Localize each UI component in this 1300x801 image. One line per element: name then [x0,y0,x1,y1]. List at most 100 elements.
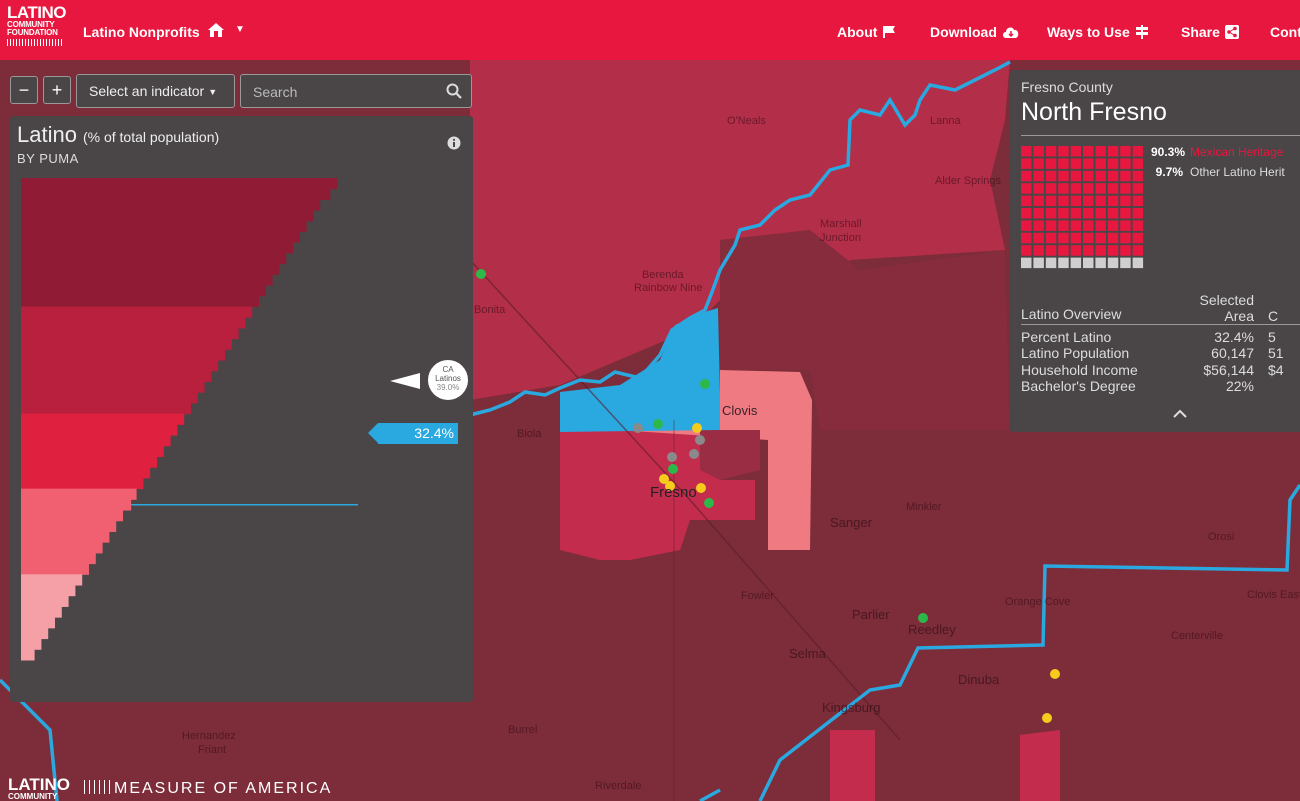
marker-yellow[interactable] [1050,669,1060,679]
chart-bar[interactable] [21,477,144,490]
search-icon[interactable] [446,83,462,99]
chart-bar[interactable] [21,295,259,308]
chart-bar[interactable] [21,306,253,318]
chevron-up-icon[interactable] [1172,409,1188,419]
chart-bar[interactable] [21,638,42,650]
chart-bar[interactable] [21,585,76,597]
chart-bar[interactable] [21,274,273,286]
map-region-kingsburg [830,730,875,801]
footer-lcf-logo[interactable]: LATINO COMMUNITY [8,776,70,801]
chart-bar[interactable] [21,381,205,393]
search-input[interactable] [241,75,450,109]
chart-bar[interactable] [21,338,232,350]
chart-bar[interactable] [21,542,103,554]
chart-bar[interactable] [21,370,212,383]
nav-about[interactable]: About [837,24,896,40]
chart-bar[interactable] [21,413,185,425]
waffle-square-mexican [1132,220,1144,231]
chart-bar[interactable] [21,435,171,447]
app-title[interactable]: Latino Nonprofits [83,24,200,40]
latino-community-foundation-logo[interactable]: LATINO COMMUNITY FOUNDATION [7,4,67,56]
chart-bar[interactable] [21,210,314,222]
marker-green[interactable] [476,269,486,279]
waffle-square-mexican [1083,245,1094,256]
zoom-in-button[interactable]: + [43,76,71,104]
chart-bar[interactable] [21,392,198,404]
waffle-square-mexican [1045,232,1057,244]
chart-bar[interactable] [21,252,287,265]
row-label: Latino Population [1021,345,1130,361]
marker-green[interactable] [668,464,678,474]
nav-contact[interactable]: Cont [1270,24,1300,40]
marker-green[interactable] [704,498,714,508]
marker-green[interactable] [700,379,710,389]
row-value: 32.4% [1214,329,1254,345]
chart-bar[interactable] [21,424,178,436]
chart-bar[interactable] [21,360,219,372]
chart-bar[interactable] [21,467,151,479]
chart-bar[interactable] [21,552,96,565]
nav-share[interactable]: Share [1181,24,1239,40]
chart-bar[interactable] [21,510,123,522]
footer-logo-line-2: COMMUNITY [8,792,58,801]
nav-ways-to-use[interactable]: Ways to Use [1047,24,1149,40]
waffle-square-mexican [1045,220,1057,231]
marker-gray[interactable] [667,452,677,462]
chart-bar[interactable] [21,606,62,618]
row-value: 22% [1225,378,1254,394]
waffle-square-mexican [1095,158,1106,169]
waffle-square-mexican [1083,232,1094,244]
marker-gray[interactable] [689,449,699,459]
chart-bar[interactable] [21,188,331,200]
chart-bar[interactable] [21,456,157,468]
waffle-square-mexican [1058,195,1069,207]
waffle-square-mexican [1083,220,1094,231]
measure-of-america-logo[interactable]: MEASURE OF AMERICA [84,780,332,798]
waffle-square-mexican [1033,245,1044,256]
chart-bar[interactable] [21,199,321,211]
waffle-square-mexican [1045,158,1057,169]
chart-bar[interactable] [21,263,280,275]
waffle-square-mexican [1095,245,1106,256]
marker-green[interactable] [653,419,663,429]
chart-bar[interactable] [21,220,307,233]
divider [1021,324,1300,325]
logo-line-3: FOUNDATION [7,28,58,37]
marker-yellow[interactable] [692,423,702,433]
chart-bar[interactable] [21,317,246,329]
chart-bar[interactable] [21,445,164,457]
chart-bar[interactable] [21,178,338,190]
waffle-square-mexican [1021,146,1032,157]
marker-gray[interactable] [695,435,705,445]
place-label: Friant [198,744,227,756]
chart-bar[interactable] [21,531,110,543]
nav-download[interactable]: Download [930,24,1020,40]
chart-bar[interactable] [21,285,266,297]
chart-bar[interactable] [21,627,49,640]
chart-bar[interactable] [21,595,69,607]
chart-bar[interactable] [21,649,35,661]
home-icon[interactable] [207,22,225,38]
indicator-dropdown[interactable]: Select an indicator ▼ [76,74,235,108]
marker-yellow[interactable] [1042,713,1052,723]
chart-bar[interactable] [21,520,117,532]
place-label: Dinuba [958,672,1000,687]
chart-bar[interactable] [21,349,225,361]
chart-bar[interactable] [21,488,137,500]
chart-bar[interactable] [21,617,55,629]
chart-bar[interactable] [21,402,191,415]
chart-bar[interactable] [21,499,132,511]
zoom-out-button[interactable]: − [10,76,38,104]
place-label: Alder Springs [935,175,1002,187]
chart-bar[interactable] [21,563,89,575]
distribution-chart[interactable] [10,116,473,702]
chart-bar[interactable] [21,242,293,254]
place-label: Sanger [830,515,872,530]
chevron-down-icon[interactable]: ▼ [235,24,245,35]
marker-yellow[interactable] [696,483,706,493]
chart-bar[interactable] [21,574,83,586]
marker-gray[interactable] [633,423,643,433]
chart-bar[interactable] [21,327,239,340]
chart-bar[interactable] [21,231,300,243]
place-label: Minkler [906,501,942,513]
